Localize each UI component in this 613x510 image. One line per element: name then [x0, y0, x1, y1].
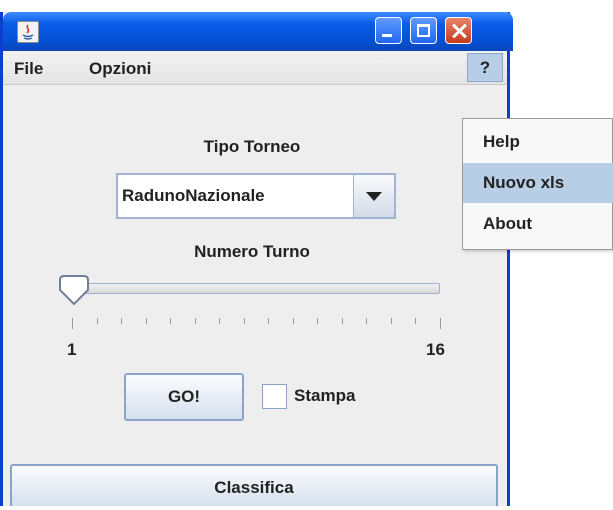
go-button[interactable]: GO!: [124, 373, 244, 421]
minimize-button[interactable]: [375, 17, 402, 44]
slider-tick: [121, 318, 122, 324]
tipo-torneo-label: Tipo Torneo: [203, 137, 301, 156]
title-bar[interactable]: [3, 12, 513, 51]
menu-bar: File Opzioni ?: [3, 51, 507, 85]
slider-tick: [342, 318, 343, 324]
slider-tick: [391, 318, 392, 324]
slider-tick: [195, 318, 196, 324]
slider-tick: [244, 318, 245, 324]
slider-tick: [366, 318, 367, 324]
java-app-icon[interactable]: [17, 21, 39, 43]
menu-help[interactable]: ?: [467, 53, 503, 82]
popup-item-nuovo-xls[interactable]: Nuovo xls: [463, 163, 613, 203]
slider-tick: [415, 318, 416, 324]
menu-file[interactable]: File: [14, 59, 43, 79]
slider-thumb[interactable]: [57, 274, 91, 308]
popup-item-help[interactable]: Help: [463, 122, 613, 162]
numero-turno-slider-track[interactable]: [68, 283, 440, 294]
combobox-dropdown-arrow-icon[interactable]: [353, 175, 394, 217]
numero-turno-label: Numero Turno: [194, 242, 310, 261]
slider-tick: [97, 318, 98, 324]
slider-ticks: [72, 318, 444, 330]
slider-tick: [146, 318, 147, 324]
menu-opzioni[interactable]: Opzioni: [89, 59, 151, 79]
stampa-checkbox-label[interactable]: Stampa: [294, 386, 355, 406]
close-button[interactable]: [445, 17, 472, 44]
classifica-button[interactable]: Classifica: [10, 464, 498, 506]
slider-tick: [268, 318, 269, 324]
slider-tick: [440, 318, 441, 329]
slider-max-label: 16: [426, 340, 445, 359]
slider-tick: [317, 318, 318, 324]
maximize-button[interactable]: [410, 17, 437, 44]
slider-tick: [219, 318, 220, 324]
slider-tick: [72, 318, 73, 329]
tipo-torneo-selected-value: RadunoNazionale: [122, 186, 265, 205]
slider-tick: [293, 318, 294, 324]
stampa-checkbox[interactable]: [262, 384, 287, 409]
help-popup-menu: Help Nuovo xls About: [462, 118, 613, 250]
tipo-torneo-combobox[interactable]: RadunoNazionale: [116, 173, 396, 219]
slider-tick: [170, 318, 171, 324]
slider-min-label: 1: [67, 340, 77, 359]
popup-item-about[interactable]: About: [463, 204, 613, 244]
